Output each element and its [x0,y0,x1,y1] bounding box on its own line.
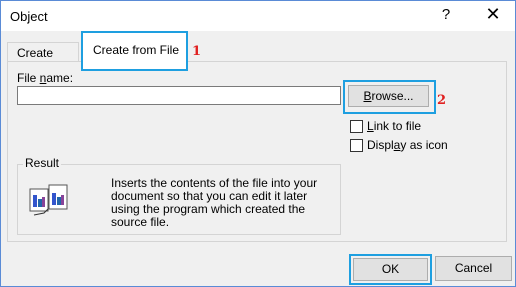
tab-create-from-file-label: Create from File [93,43,180,57]
close-icon[interactable]: ✕ [481,4,505,25]
cancel-button[interactable]: Cancel [435,256,512,281]
title-bar: Object ? ✕ [1,1,515,31]
annotation-marker-2: 2 [437,93,447,108]
link-to-file-label: Link to file [367,119,422,133]
tab-create-new[interactable]: Create New [7,42,79,74]
window-title: Object [10,9,48,24]
file-name-input[interactable] [17,86,341,105]
browse-highlight: Browse... [343,80,436,114]
display-as-icon-label: Display as icon [367,138,448,152]
tab-create-from-file[interactable]: Create from File [81,31,188,71]
help-icon[interactable]: ? [436,6,456,23]
link-to-file-checkbox[interactable] [350,120,363,133]
browse-button[interactable]: Browse... [348,85,429,107]
result-description: Inserts the contents of the file into yo… [111,176,318,229]
result-legend: Result [23,156,62,170]
display-as-icon-checkbox[interactable] [350,139,363,152]
ok-button[interactable]: OK [353,258,428,281]
ok-button-focus: OK [349,254,432,285]
file-name-label: File name: [17,71,74,85]
annotation-marker-1: 1 [192,44,202,59]
embedded-documents-icon [28,183,70,219]
